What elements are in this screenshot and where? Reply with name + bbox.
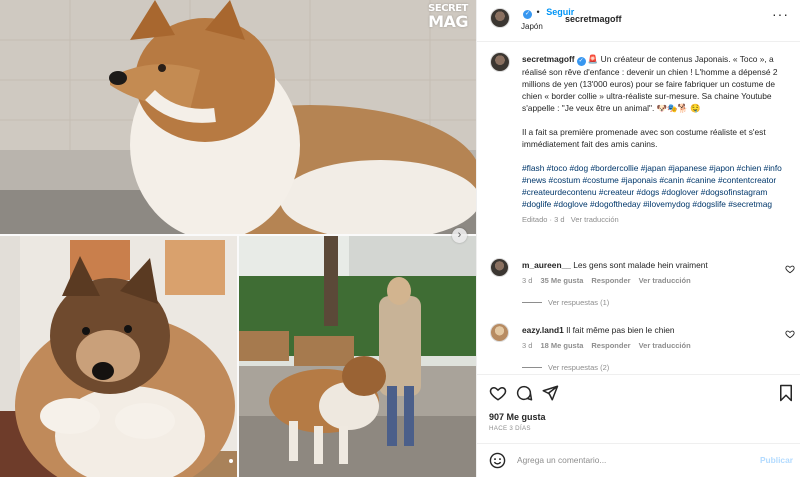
heart-icon[interactable] <box>489 384 507 402</box>
caption-author-username[interactable]: secretmagoff <box>522 54 575 64</box>
view-replies-label: Ver respuestas (2) <box>548 363 610 372</box>
comment-likes[interactable]: 18 Me gusta <box>540 341 583 350</box>
comment-icon[interactable] <box>515 384 533 402</box>
commenter-avatar[interactable] <box>490 258 509 277</box>
commenter-username[interactable]: m_aureen__ <box>522 260 571 270</box>
replies-line <box>522 302 542 303</box>
more-horizontal-icon[interactable]: ··· <box>772 6 789 22</box>
carousel-dot-indicator <box>229 459 233 463</box>
verified-badge-icon: ✓ <box>576 57 586 66</box>
view-replies-button[interactable]: Ver respuestas (1) <box>522 298 609 307</box>
translate-button[interactable]: Ver traducción <box>639 341 691 350</box>
post-time[interactable]: HACE 3 DÍAS <box>489 425 531 432</box>
comment-time[interactable]: 3 d <box>522 341 532 350</box>
author-row: secretmagoff ✓ • Seguir <box>521 7 622 24</box>
bookmark-icon[interactable] <box>777 384 795 402</box>
caption-paragraph-2: Il a fait sa première promenade avec son… <box>522 127 766 149</box>
emoji-icon[interactable] <box>489 452 506 469</box>
commenter-avatar[interactable] <box>490 323 509 342</box>
caption-author-avatar[interactable] <box>490 52 510 72</box>
dog-costume-closeup-photo: SECRET MAG <box>0 0 476 234</box>
caption-text: secretmagoff ✓ 🚨 Un créateur de contenus … <box>522 53 792 226</box>
post-actions: 907 Me gusta HACE 3 DÍAS Publicar <box>477 374 800 477</box>
view-replies-label: Ver respuestas (1) <box>548 298 610 307</box>
comment-meta: 3 d 35 Me gusta Responder Ver traducción <box>522 276 699 285</box>
comment-time[interactable]: 3 d <box>522 276 532 285</box>
comment-likes[interactable]: 35 Me gusta <box>540 276 583 285</box>
like-count[interactable]: 907 Me gusta <box>489 412 546 422</box>
add-comment-input[interactable] <box>517 455 737 465</box>
dog-costume-walk-photo <box>239 236 476 477</box>
watermark-line-2: MAG <box>428 11 468 31</box>
dog-costume-indoor-photo <box>0 236 237 477</box>
post-caption: secretmagoff ✓ 🚨 Un créateur de contenus … <box>477 43 800 245</box>
comment-text: Les gens sont malade hein vraiment <box>573 260 708 270</box>
author-username[interactable]: secretmagoff <box>565 14 622 24</box>
author-avatar[interactable] <box>490 8 510 28</box>
header-separator: • <box>536 7 540 17</box>
commenter-username[interactable]: eazy.land1 <box>522 325 564 335</box>
instagram-post: SECRET MAG › secretmagoff ✓ • Seguir Jap… <box>0 0 800 477</box>
heart-icon[interactable] <box>785 264 795 274</box>
comment-text: Il fait même pas bien le chien <box>566 325 675 335</box>
publish-button[interactable]: Publicar <box>760 455 793 465</box>
translate-button[interactable]: Ver traducción <box>639 276 691 285</box>
reply-button[interactable]: Responder <box>591 341 630 350</box>
post-header: secretmagoff ✓ • Seguir Japón ··· <box>477 0 800 42</box>
view-replies-button[interactable]: Ver respuestas (2) <box>522 363 609 372</box>
caption-hashtags[interactable]: #flash #toco #dog #bordercollie #japan #… <box>522 162 792 210</box>
comment-meta: 3 d 18 Me gusta Responder Ver traducción <box>522 341 699 350</box>
caption-meta[interactable]: Editado · 3 d Ver traducción <box>522 214 792 226</box>
post-location[interactable]: Japón <box>521 22 543 31</box>
post-media-collage[interactable]: SECRET MAG › <box>0 0 476 477</box>
verified-badge-icon: ✓ <box>523 10 532 19</box>
share-icon[interactable] <box>541 384 559 402</box>
chevron-right-icon[interactable]: › <box>452 228 467 243</box>
secret-mag-watermark: SECRET MAG <box>428 4 468 29</box>
add-comment-bar: Publicar <box>477 443 800 477</box>
post-details-panel: secretmagoff ✓ • Seguir Japón ··· secretm… <box>476 0 800 477</box>
reply-button[interactable]: Responder <box>591 276 630 285</box>
replies-line <box>522 367 542 368</box>
heart-icon[interactable] <box>785 329 795 339</box>
